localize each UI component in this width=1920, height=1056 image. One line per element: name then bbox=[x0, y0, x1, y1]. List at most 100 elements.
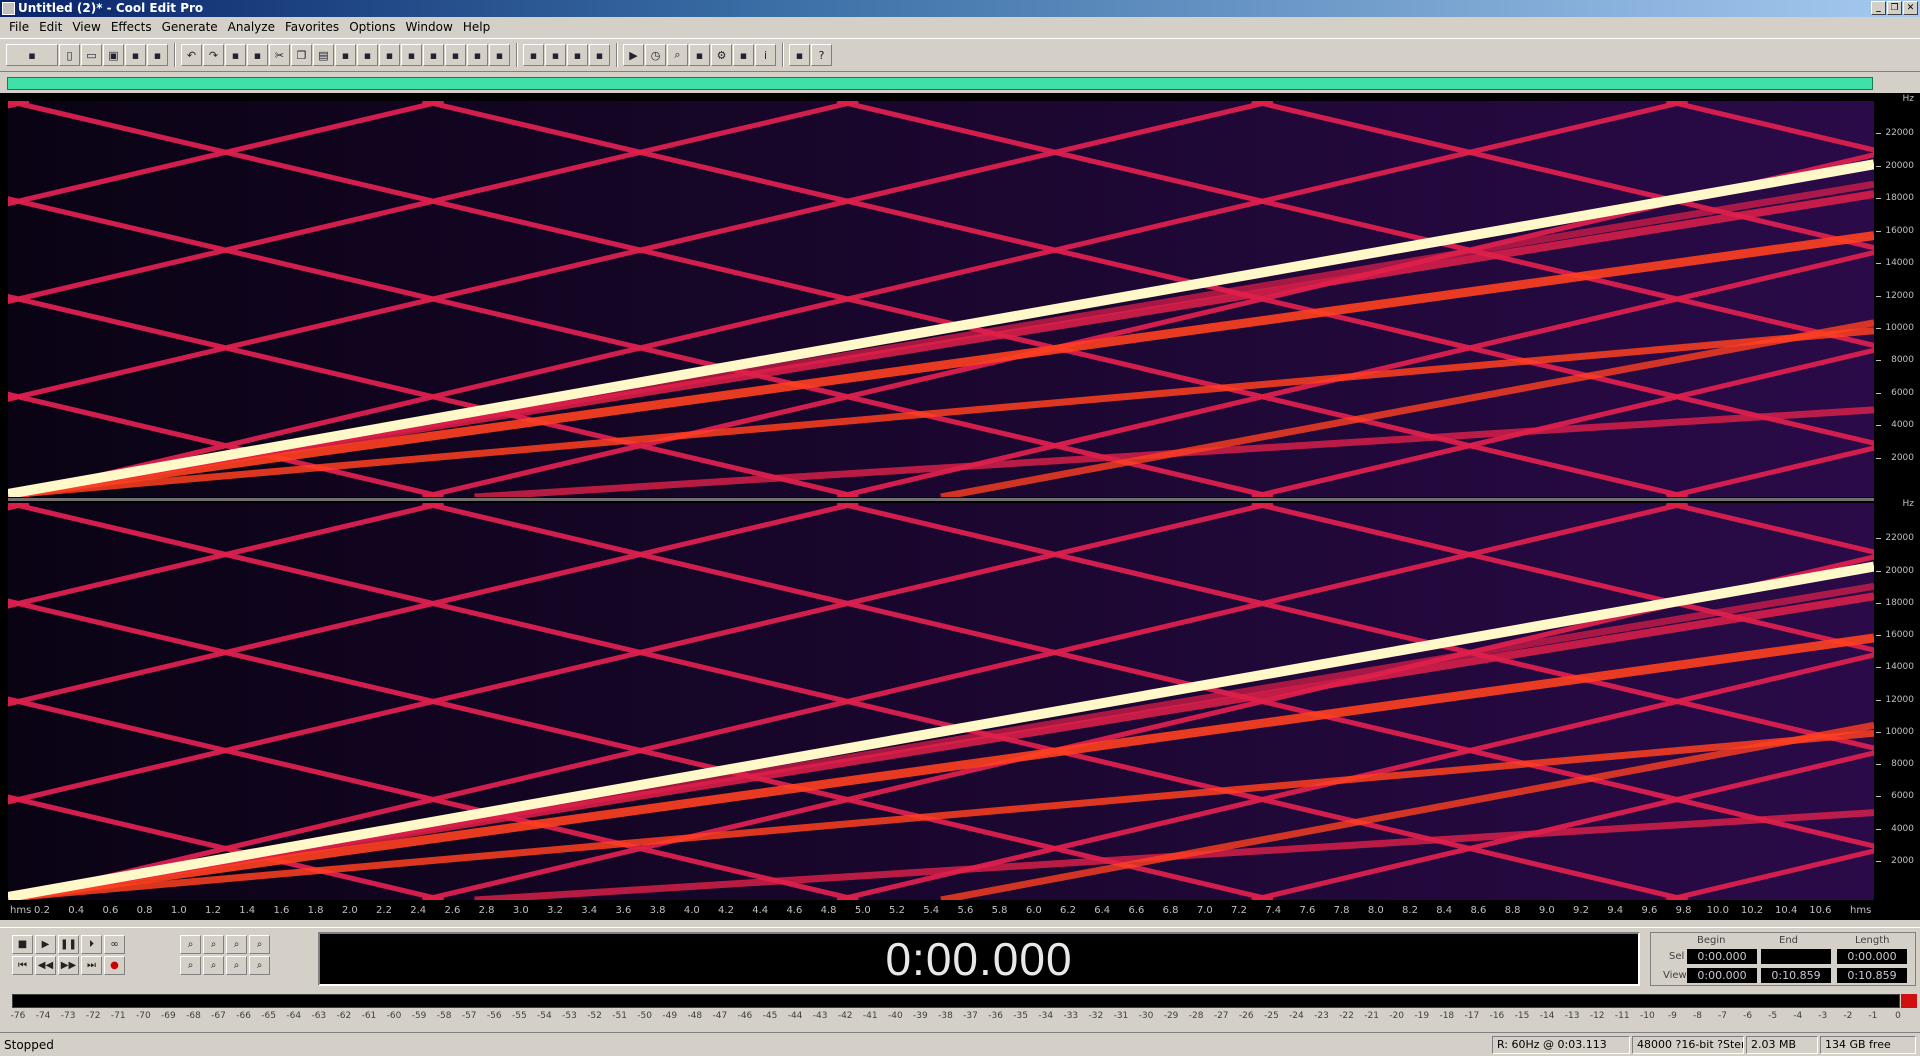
menu-options[interactable]: Options bbox=[344, 17, 400, 37]
channel-divider[interactable] bbox=[8, 498, 1874, 501]
menu-file[interactable]: File bbox=[4, 17, 34, 37]
redo-button[interactable]: ↷ bbox=[203, 44, 224, 66]
time-display: 0:00.000 bbox=[885, 933, 1073, 985]
meter-label: 0 bbox=[1895, 1011, 1901, 1021]
zoom-in-vertical-button[interactable]: ⌕ bbox=[249, 935, 270, 954]
close-button[interactable]: ✕ bbox=[1903, 1, 1918, 15]
loop-button[interactable]: ∞ bbox=[104, 935, 125, 954]
mode-toggle-button[interactable]: ▪ bbox=[6, 44, 58, 66]
frequency-tick bbox=[1876, 699, 1881, 701]
overview-bar[interactable] bbox=[7, 77, 1873, 90]
go-to-start-button[interactable]: ⏮ bbox=[12, 956, 33, 975]
right-channel-spectrogram[interactable] bbox=[8, 503, 1874, 900]
amplify-button[interactable]: ▪ bbox=[423, 44, 444, 66]
mix-button[interactable]: ▪ bbox=[247, 44, 268, 66]
copy-button[interactable]: ❐ bbox=[291, 44, 312, 66]
zoom-out-vertical-button[interactable]: ⌕ bbox=[249, 956, 270, 975]
title-bar[interactable]: Untitled (2)* - Cool Edit Pro _ ❐ ✕ bbox=[0, 0, 1920, 17]
clip-indicator[interactable] bbox=[1901, 994, 1917, 1008]
menu-edit[interactable]: Edit bbox=[34, 17, 67, 37]
waveform-view-button[interactable]: ▪ bbox=[545, 44, 566, 66]
view-end-field[interactable]: 0:10.859 bbox=[1761, 968, 1831, 983]
menu-analyze[interactable]: Analyze bbox=[223, 17, 280, 37]
settings-button[interactable]: ⚙ bbox=[711, 44, 732, 66]
spectral-view[interactable]: Hz 22000 20000 18000 16000 14000 12000 10000 800… bbox=[0, 93, 1920, 920]
repeat-button[interactable]: ▪ bbox=[225, 44, 246, 66]
play-list-button[interactable]: ▶ bbox=[623, 44, 644, 66]
close-button[interactable]: ▪ bbox=[147, 44, 168, 66]
zoom-selection-button[interactable]: ⌕ bbox=[226, 956, 247, 975]
info-button[interactable]: i bbox=[755, 44, 776, 66]
zoom-button[interactable]: ⌕ bbox=[667, 44, 688, 66]
pause-button[interactable]: ❚❚ bbox=[58, 935, 79, 954]
zoom-in-right-button[interactable]: ⌕ bbox=[203, 956, 224, 975]
trim-button[interactable]: ▪ bbox=[357, 44, 378, 66]
restore-button[interactable]: ❐ bbox=[1887, 1, 1902, 15]
frequency-tick bbox=[1876, 295, 1881, 297]
minimize-button[interactable]: _ bbox=[1871, 1, 1886, 15]
play-to-end-button[interactable]: ⏵ bbox=[81, 935, 102, 954]
zoom-out-horizontal-button[interactable]: ⌕ bbox=[203, 935, 224, 954]
equalizer-button[interactable]: ▪ bbox=[445, 44, 466, 66]
view-begin-field[interactable]: 0:00.000 bbox=[1687, 968, 1757, 983]
reverb-button[interactable]: ▪ bbox=[489, 44, 510, 66]
time-label: 10.4 bbox=[1775, 905, 1798, 916]
help-button[interactable]: ? bbox=[811, 44, 832, 66]
save-all-button[interactable]: ▪ bbox=[125, 44, 146, 66]
cut-button[interactable]: ✂ bbox=[269, 44, 290, 66]
app-icon[interactable] bbox=[2, 2, 15, 15]
menu-effects[interactable]: Effects bbox=[106, 17, 157, 37]
envelope-button[interactable]: ▪ bbox=[401, 44, 422, 66]
time-button[interactable]: ◷ bbox=[645, 44, 666, 66]
open-button[interactable]: ▭ bbox=[81, 44, 102, 66]
menu-window[interactable]: Window bbox=[401, 17, 458, 37]
open-icon: ▭ bbox=[86, 48, 97, 62]
undo-button[interactable]: ↶ bbox=[181, 44, 202, 66]
view-length-field[interactable]: 0:10.859 bbox=[1837, 968, 1907, 983]
sel-begin-field[interactable]: 0:00.000 bbox=[1687, 949, 1757, 964]
status-text: Stopped bbox=[4, 1038, 54, 1052]
time-ruler[interactable]: hms 0.2 0.4 0.6 0.8 1.0 1.2 1.4 1.6 1.8 2.0 2.2 2.4 2… bbox=[0, 901, 1876, 920]
level-meter-scale: -76 -74 -73 -72 -71 -70 -69 -68 -67 -66 -65 -64 -63-… bbox=[11, 1008, 1901, 1026]
marker-button[interactable]: ▪ bbox=[589, 44, 610, 66]
stop-button[interactable]: ■ bbox=[12, 935, 33, 954]
rewind-button[interactable]: ◀◀ bbox=[35, 956, 56, 975]
frequency-axis-left: Hz 22000 20000 18000 16000 14000 12000 10000 800… bbox=[1876, 93, 1920, 498]
go-to-start-icon: ⏮ bbox=[18, 960, 27, 971]
zoom-in-left-button[interactable]: ⌕ bbox=[180, 956, 201, 975]
new-button[interactable]: ▯ bbox=[59, 44, 80, 66]
play-button[interactable]: ▶ bbox=[35, 935, 56, 954]
fast-forward-button[interactable]: ▶▶ bbox=[58, 956, 79, 975]
paste-button[interactable]: ▤ bbox=[313, 44, 334, 66]
sel-end-field[interactable] bbox=[1761, 949, 1831, 964]
save-button[interactable]: ▣ bbox=[103, 44, 124, 66]
time-label: 6.8 bbox=[1162, 905, 1179, 916]
help-icon: ? bbox=[818, 48, 825, 62]
frequency-tick bbox=[1876, 667, 1881, 669]
spectral-view-button[interactable]: ▪ bbox=[523, 44, 544, 66]
frequency-tick bbox=[1876, 828, 1881, 830]
scripts-button[interactable]: ▪ bbox=[789, 44, 810, 66]
menu-favorites[interactable]: Favorites bbox=[280, 17, 344, 37]
zoom-full-button[interactable]: ⌕ bbox=[226, 935, 247, 954]
frequency-button[interactable]: ▪ bbox=[689, 44, 710, 66]
meter-label: -2 bbox=[1843, 1011, 1853, 1021]
meter-button[interactable]: ▪ bbox=[733, 44, 754, 66]
frequency-tick bbox=[1876, 457, 1881, 459]
menu-generate[interactable]: Generate bbox=[157, 17, 223, 37]
zoom-in-horizontal-button[interactable]: ⌕ bbox=[180, 935, 201, 954]
record-button[interactable]: ● bbox=[104, 956, 125, 975]
meter-label: -23 bbox=[1314, 1011, 1329, 1021]
menu-help[interactable]: Help bbox=[458, 17, 495, 37]
meter-label: -20 bbox=[1389, 1011, 1405, 1021]
paste-new-button[interactable]: ▪ bbox=[335, 44, 356, 66]
menu-view[interactable]: View bbox=[67, 17, 105, 37]
cue-button[interactable]: ▪ bbox=[567, 44, 588, 66]
noise-button[interactable]: ▪ bbox=[467, 44, 488, 66]
mix-paste-button[interactable]: ▪ bbox=[379, 44, 400, 66]
left-channel-spectrogram[interactable] bbox=[8, 101, 1874, 497]
sel-length-field[interactable]: 0:00.000 bbox=[1837, 949, 1907, 964]
time-label: 9.0 bbox=[1538, 905, 1555, 916]
go-to-end-button[interactable]: ⏭ bbox=[81, 956, 102, 975]
time-label: 2.4 bbox=[410, 905, 427, 916]
